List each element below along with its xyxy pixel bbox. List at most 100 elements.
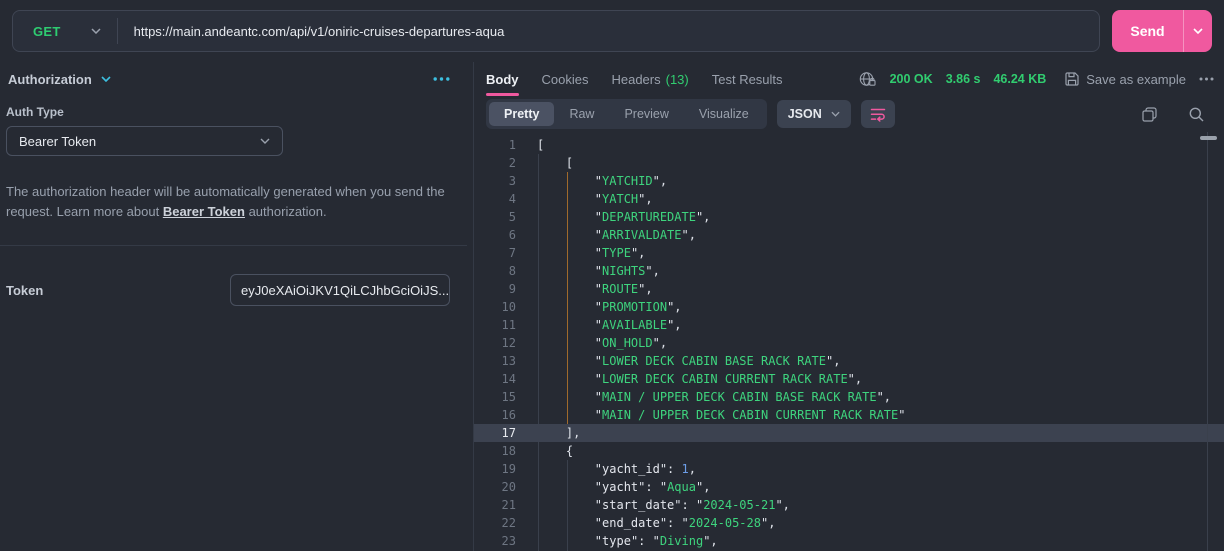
code-line[interactable]: 15 "MAIN / UPPER DECK CABIN BASE RACK RAT… xyxy=(474,388,1224,406)
code-line-content: "end_date": "2024-05-28", xyxy=(594,516,776,530)
scrollbar-thumb[interactable] xyxy=(1200,136,1217,140)
tab-body[interactable]: Body xyxy=(486,62,519,96)
response-time: 3.86 s xyxy=(945,72,981,86)
code-line-content: "type": "Diving", xyxy=(594,534,718,548)
code-line-content: "yacht_id": 1, xyxy=(594,462,696,476)
line-number: 16 xyxy=(501,408,516,422)
method-select[interactable]: GET xyxy=(13,24,117,39)
save-icon xyxy=(1065,72,1079,86)
code-line-content: "AVAILABLE", xyxy=(594,318,682,332)
view-preview[interactable]: Preview xyxy=(609,102,683,126)
response-size: 46.24 KB xyxy=(993,72,1047,86)
code-line[interactable]: 22 "end_date": "2024-05-28", xyxy=(474,514,1224,532)
code-lines: 1[2[3 "YATCHID", 4 "YATCH", 5 "DEPARTUREDATE"… xyxy=(474,136,1224,550)
code-line[interactable]: 19 "yacht_id": 1, xyxy=(474,460,1224,478)
method-label: GET xyxy=(33,23,61,39)
code-line-content: [ xyxy=(537,138,545,152)
code-line[interactable]: 3 "YATCHID", xyxy=(474,172,1224,190)
url-bar: GET https://main.andeantc.com/api/v1/oni… xyxy=(12,10,1100,52)
code-line-content: "yacht": "Aqua", xyxy=(594,480,711,494)
wrap-lines-icon xyxy=(870,107,886,122)
code-line-content: "MAIN / UPPER DECK CABIN BASE RACK RATE"… xyxy=(594,390,892,404)
code-line[interactable]: 14 "LOWER DECK CABIN CURRENT RACK RATE", xyxy=(474,370,1224,388)
code-line[interactable]: 2[ xyxy=(474,154,1224,172)
auth-type-select[interactable]: Bearer Token xyxy=(6,126,283,156)
view-mode-switcher: Pretty Raw Preview Visualize xyxy=(486,99,767,129)
tab-cookies[interactable]: Cookies xyxy=(542,62,589,96)
token-label: Token xyxy=(6,282,44,298)
code-line[interactable]: 1[ xyxy=(474,136,1224,154)
code-line-content: "DEPARTUREDATE", xyxy=(594,210,711,224)
search-response-icon[interactable] xyxy=(1185,103,1208,126)
code-line[interactable]: 8 "NIGHTS", xyxy=(474,262,1224,280)
chevron-down-icon[interactable] xyxy=(101,76,111,82)
view-raw[interactable]: Raw xyxy=(554,102,609,126)
line-number: 5 xyxy=(508,210,516,224)
code-line-content: "LOWER DECK CABIN BASE RACK RATE", xyxy=(594,354,841,368)
more-options-icon[interactable] xyxy=(433,77,450,81)
format-select[interactable]: JSON xyxy=(776,100,851,128)
line-number: 1 xyxy=(508,138,516,152)
auth-type-value: Bearer Token xyxy=(19,133,97,149)
send-button[interactable]: Send xyxy=(1112,10,1212,52)
code-line[interactable]: 12 "ON_HOLD", xyxy=(474,334,1224,352)
auth-description-text: authorization. xyxy=(244,204,327,219)
send-options-chevron[interactable] xyxy=(1184,10,1212,52)
send-button-label[interactable]: Send xyxy=(1112,10,1183,52)
auth-description: The authorization header will be automat… xyxy=(6,182,450,222)
code-line[interactable]: 18 { xyxy=(474,442,1224,460)
more-options-icon[interactable] xyxy=(1199,77,1214,81)
line-number: 9 xyxy=(508,282,516,296)
chevron-down-icon xyxy=(91,28,101,34)
code-line-content: "MAIN / UPPER DECK CABIN CURRENT RACK RA… xyxy=(594,408,906,422)
code-line-content: { xyxy=(565,444,574,458)
status-code: 200 OK xyxy=(889,72,933,86)
url-input[interactable]: https://main.andeantc.com/api/v1/oniric-… xyxy=(118,24,521,39)
line-number: 18 xyxy=(501,444,516,458)
code-line[interactable]: 4 "YATCH", xyxy=(474,190,1224,208)
headers-count-badge: (13) xyxy=(665,71,689,87)
line-number: 23 xyxy=(501,534,516,548)
line-number: 12 xyxy=(501,336,516,350)
save-as-example-button[interactable]: Save as example xyxy=(1065,72,1186,87)
code-line[interactable]: 7 "TYPE", xyxy=(474,244,1224,262)
format-value: JSON xyxy=(787,107,822,121)
code-line[interactable]: 23 "type": "Diving", xyxy=(474,532,1224,550)
code-line-content: "YATCHID", xyxy=(594,174,668,188)
tab-test-results[interactable]: Test Results xyxy=(712,62,783,96)
response-body-editor[interactable]: 1[2[3 "YATCHID", 4 "YATCH", 5 "DEPARTUREDATE"… xyxy=(474,132,1224,551)
code-line-content: "NIGHTS", xyxy=(594,264,660,278)
code-line-content: "PROMOTION", xyxy=(594,300,682,314)
code-line[interactable]: 9 "ROUTE", xyxy=(474,280,1224,298)
tab-headers[interactable]: Headers (13) xyxy=(611,62,688,96)
auth-type-label: Auth Type xyxy=(6,105,64,119)
copy-response-icon[interactable] xyxy=(1138,103,1161,126)
line-number: 22 xyxy=(501,516,516,530)
request-bar: GET https://main.andeantc.com/api/v1/oni… xyxy=(0,0,1224,62)
token-input[interactable]: eyJ0eXAiOiJKV1QiLCJhbGciOiJS... xyxy=(230,274,450,306)
line-number: 2 xyxy=(508,156,516,170)
code-line[interactable]: 13 "LOWER DECK CABIN BASE RACK RATE", xyxy=(474,352,1224,370)
code-line[interactable]: 20 "yacht": "Aqua", xyxy=(474,478,1224,496)
wrap-lines-button[interactable] xyxy=(860,100,895,128)
line-number: 8 xyxy=(508,264,516,278)
network-globe-lock-icon[interactable] xyxy=(859,71,877,87)
line-number: 11 xyxy=(501,318,516,332)
line-number: 14 xyxy=(501,372,516,386)
code-line[interactable]: 16 "MAIN / UPPER DECK CABIN CURRENT RACK … xyxy=(474,406,1224,424)
view-pretty[interactable]: Pretty xyxy=(489,102,555,126)
line-number: 20 xyxy=(501,480,516,494)
view-visualize[interactable]: Visualize xyxy=(684,102,764,126)
code-line-content: "LOWER DECK CABIN CURRENT RACK RATE", xyxy=(594,372,863,386)
authorization-panel: Authorization Auth Type Bearer Token The… xyxy=(0,62,474,551)
code-line-content: "ARRIVALDATE", xyxy=(594,228,696,242)
scrollbar-track[interactable] xyxy=(1207,132,1208,551)
line-number: 15 xyxy=(501,390,516,404)
bearer-token-link[interactable]: Bearer Token xyxy=(163,204,245,219)
code-line[interactable]: 17], xyxy=(474,424,1224,442)
code-line[interactable]: 10 "PROMOTION", xyxy=(474,298,1224,316)
code-line[interactable]: 6 "ARRIVALDATE", xyxy=(474,226,1224,244)
code-line[interactable]: 11 "AVAILABLE", xyxy=(474,316,1224,334)
code-line[interactable]: 21 "start_date": "2024-05-21", xyxy=(474,496,1224,514)
code-line[interactable]: 5 "DEPARTUREDATE", xyxy=(474,208,1224,226)
